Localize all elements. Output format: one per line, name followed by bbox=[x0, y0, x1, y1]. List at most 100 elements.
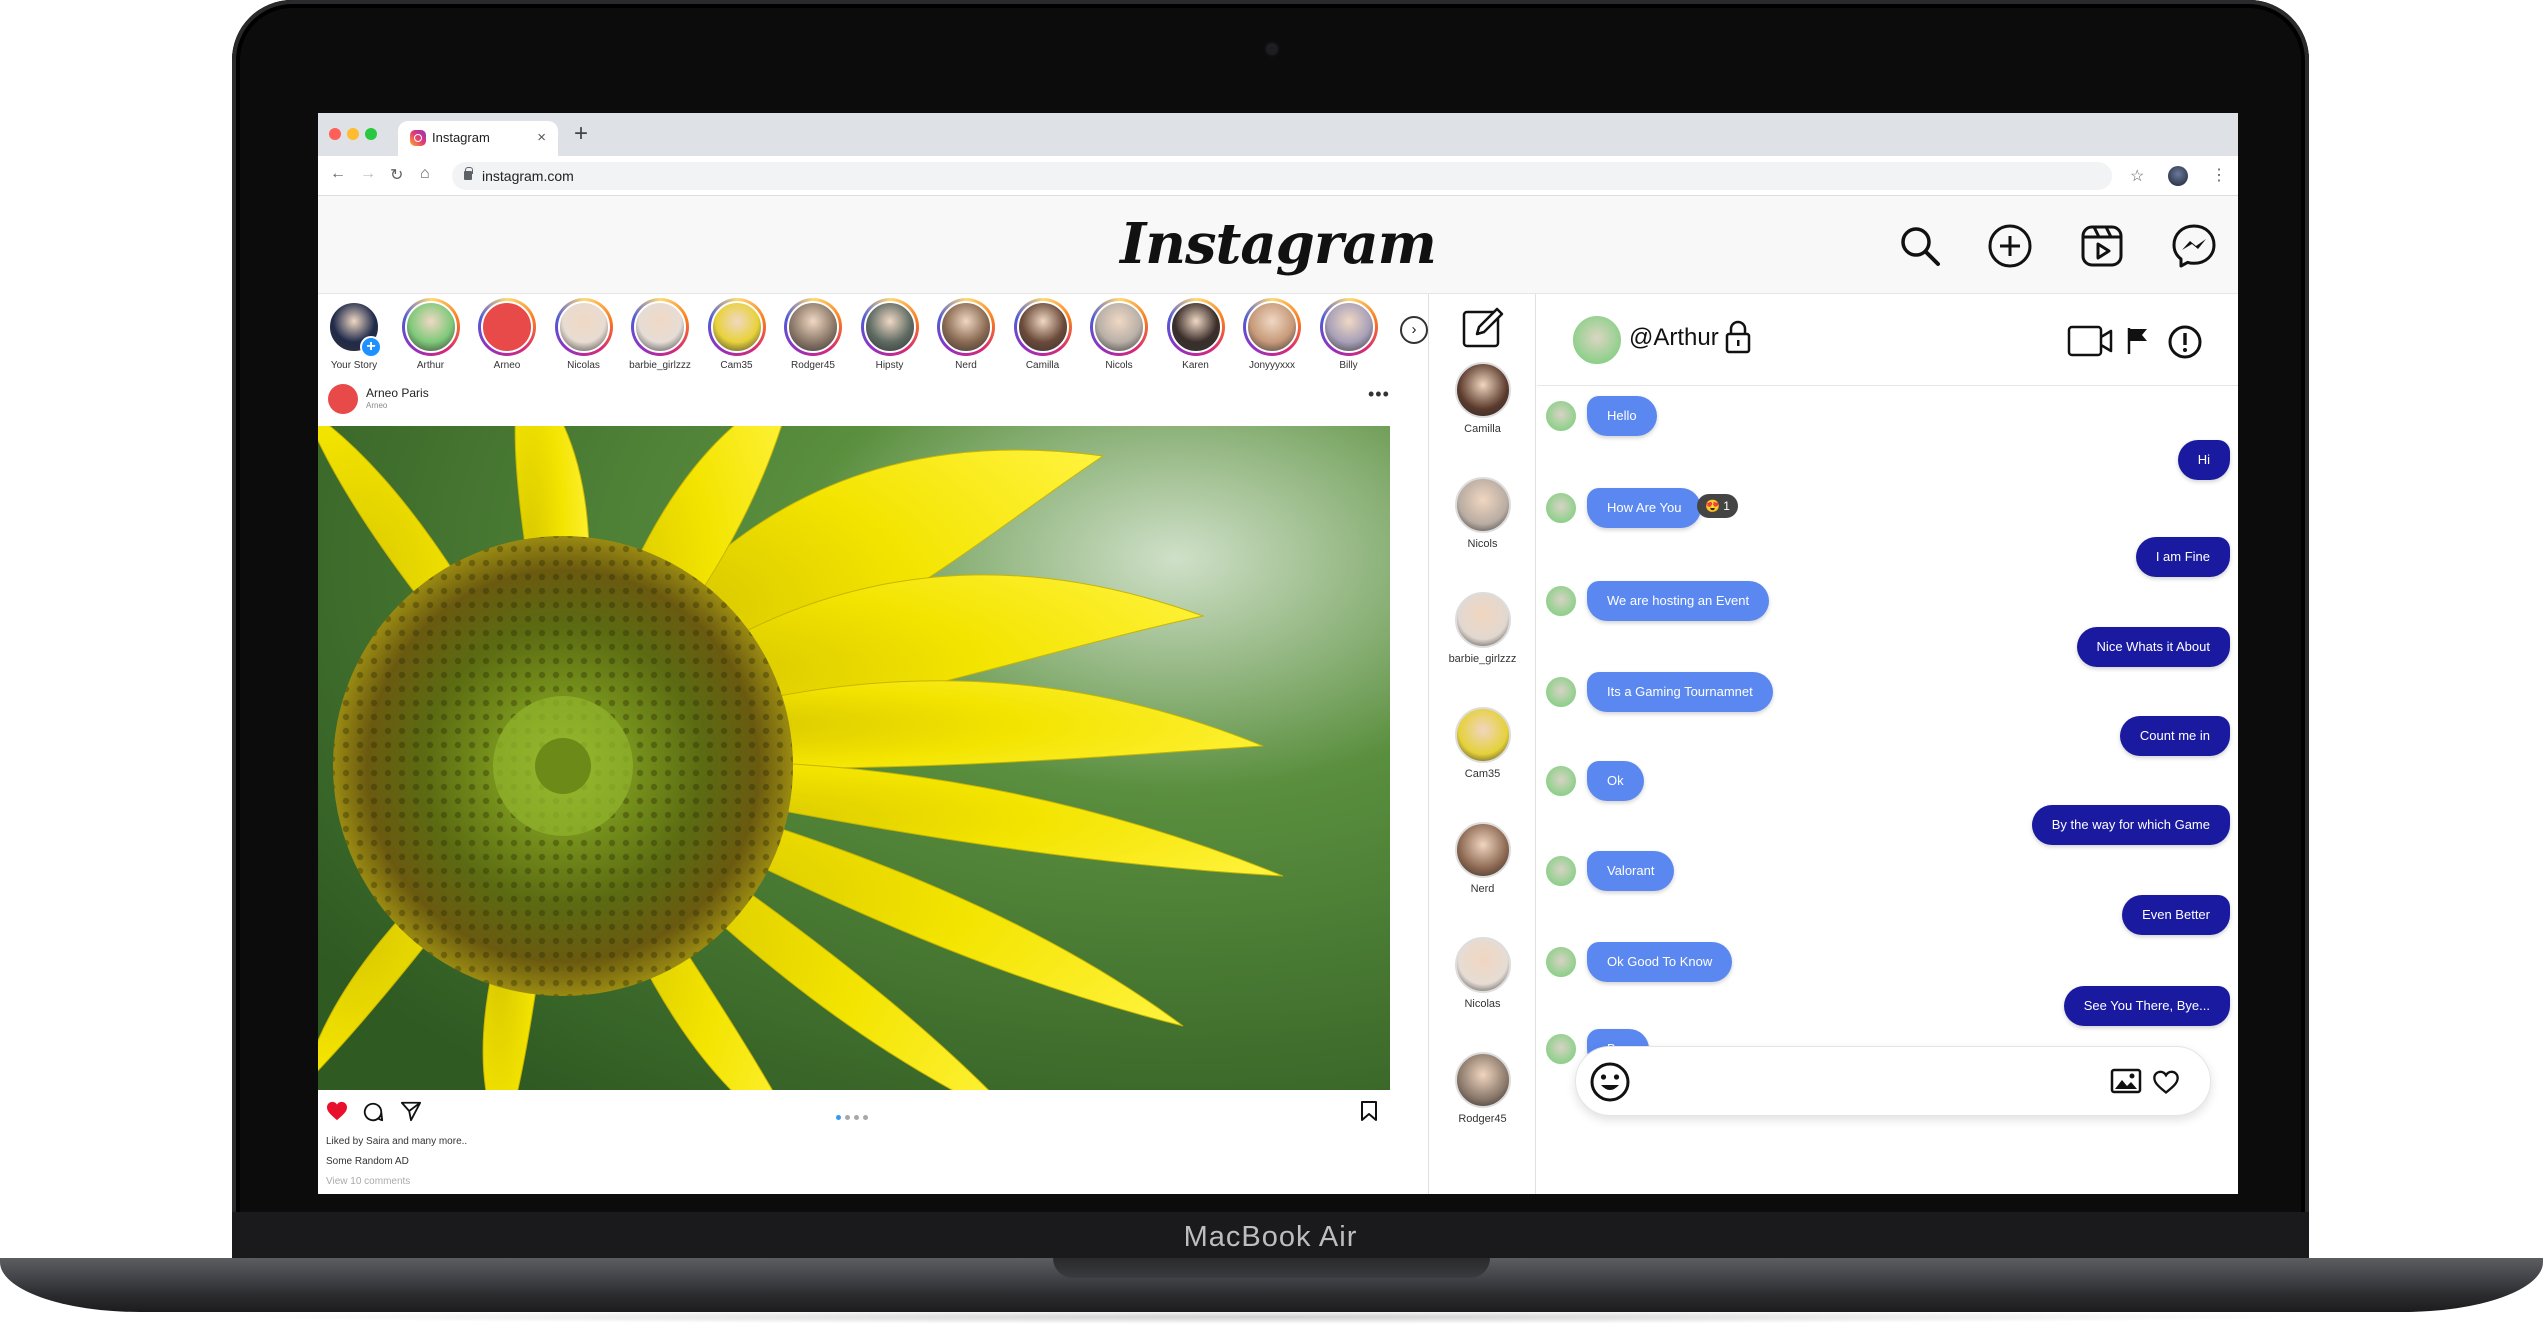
outgoing-message[interactable]: I am Fine bbox=[1537, 537, 2238, 577]
close-window-button[interactable] bbox=[329, 128, 341, 140]
outgoing-message[interactable]: Count me in bbox=[1537, 716, 2238, 756]
instagram-logo[interactable]: Instagram bbox=[318, 196, 2238, 292]
bookmark-icon[interactable] bbox=[1360, 1100, 1378, 1122]
webcam-icon bbox=[1266, 43, 1278, 55]
message-bubble[interactable]: I am Fine bbox=[2135, 537, 2230, 577]
message-composer[interactable] bbox=[1575, 1046, 2211, 1116]
reload-icon[interactable]: ↻ bbox=[390, 165, 403, 185]
outgoing-message[interactable]: Hi bbox=[1537, 440, 2238, 480]
message-bubble[interactable]: See You There, Bye... bbox=[2063, 986, 2230, 1026]
story-avatar bbox=[710, 301, 763, 353]
story-item[interactable]: Nicols bbox=[1083, 298, 1155, 371]
story-item[interactable]: Karen bbox=[1160, 298, 1232, 371]
browser-menu-icon[interactable]: ⋮ bbox=[2211, 165, 2227, 185]
story-item[interactable]: Nicolas bbox=[548, 298, 620, 371]
post-view-comments[interactable]: View 10 comments bbox=[326, 1176, 410, 1187]
new-post-icon[interactable] bbox=[1986, 222, 2034, 270]
message-bubble[interactable]: Ok Good To Know bbox=[1587, 942, 1733, 982]
contact-item[interactable]: barbie_girlzzz bbox=[1429, 592, 1536, 665]
info-icon[interactable] bbox=[2167, 324, 2203, 360]
message-bubble[interactable]: By the way for which Game bbox=[2031, 805, 2230, 845]
story-item[interactable]: Hipsty bbox=[854, 298, 926, 371]
message-bubble[interactable]: Ok bbox=[1587, 761, 1644, 801]
incoming-message[interactable]: Its a Gaming Tournamnet bbox=[1537, 672, 2238, 712]
incoming-message[interactable]: Ok bbox=[1537, 761, 2238, 801]
story-item[interactable]: Nerd bbox=[930, 298, 1002, 371]
story-item[interactable]: Rodger45 bbox=[777, 298, 849, 371]
home-icon[interactable]: ⌂ bbox=[420, 165, 430, 183]
story-item[interactable]: Arneo bbox=[471, 298, 543, 371]
add-story-icon[interactable]: + bbox=[360, 336, 382, 358]
message-bubble[interactable]: Nice Whats it About bbox=[2076, 627, 2230, 667]
address-bar[interactable]: instagram.com bbox=[452, 162, 2112, 190]
story-item[interactable]: Billy bbox=[1313, 298, 1385, 371]
message-bubble[interactable]: Count me in bbox=[2119, 716, 2230, 756]
contact-item[interactable]: Rodger45 bbox=[1429, 1052, 1536, 1125]
story-item[interactable]: + Your Story bbox=[318, 298, 390, 371]
comment-icon[interactable] bbox=[362, 1101, 384, 1123]
story-ring bbox=[1090, 298, 1148, 356]
incoming-message[interactable]: Hello bbox=[1537, 396, 2238, 436]
post-image[interactable] bbox=[318, 426, 1390, 1090]
message-bubble[interactable]: Hi bbox=[2177, 440, 2230, 480]
messenger-icon[interactable] bbox=[2170, 222, 2218, 270]
message-bubble[interactable]: Valorant bbox=[1587, 851, 1675, 891]
report-flag-icon[interactable] bbox=[2125, 326, 2151, 356]
post-liked-by[interactable]: Liked by Saira and many more.. bbox=[326, 1136, 467, 1147]
post-author-avatar[interactable] bbox=[328, 384, 358, 414]
message-bubble[interactable]: Hello bbox=[1587, 396, 1657, 436]
lock-icon bbox=[1725, 320, 1751, 354]
contact-item[interactable]: Nicolas bbox=[1429, 937, 1536, 1010]
story-item[interactable]: Cam35 bbox=[701, 298, 773, 371]
back-icon[interactable]: ← bbox=[330, 165, 346, 183]
incoming-message[interactable]: Valorant bbox=[1537, 851, 2238, 891]
image-upload-icon[interactable] bbox=[2110, 1067, 2142, 1095]
outgoing-message[interactable]: Nice Whats it About bbox=[1537, 627, 2238, 667]
message-reaction-badge[interactable]: 😍 1 bbox=[1697, 494, 1738, 518]
chat-handle[interactable]: @Arthur bbox=[1629, 324, 1719, 352]
minimize-window-button[interactable] bbox=[347, 128, 359, 140]
message-bubble[interactable]: How Are You bbox=[1587, 488, 1702, 528]
compose-message-icon[interactable] bbox=[1461, 306, 1505, 350]
incoming-message[interactable]: How Are You 😍 1 bbox=[1537, 488, 2238, 528]
tab-close-icon[interactable]: × bbox=[537, 121, 546, 154]
contact-item[interactable]: Cam35 bbox=[1429, 707, 1536, 780]
video-call-icon[interactable] bbox=[2067, 324, 2113, 358]
new-tab-button[interactable]: + bbox=[574, 118, 588, 150]
incoming-message[interactable]: Ok Good To Know bbox=[1537, 942, 2238, 982]
message-bubble[interactable]: Even Better bbox=[2122, 895, 2230, 935]
emoji-icon[interactable] bbox=[1588, 1060, 1632, 1104]
story-item[interactable]: Camilla bbox=[1007, 298, 1079, 371]
bookmark-star-icon[interactable]: ☆ bbox=[2130, 166, 2144, 186]
carousel-dots bbox=[836, 1107, 872, 1120]
profile-avatar[interactable] bbox=[2168, 166, 2188, 186]
contact-item[interactable]: Nerd bbox=[1429, 822, 1536, 895]
post-more-icon[interactable]: ••• bbox=[1368, 384, 1390, 405]
outgoing-message[interactable]: See You There, Bye... bbox=[1537, 986, 2238, 1026]
story-label: Rodger45 bbox=[791, 360, 835, 371]
message-bubble[interactable]: Its a Gaming Tournamnet bbox=[1587, 672, 1773, 712]
forward-icon[interactable]: → bbox=[360, 165, 376, 183]
outgoing-message[interactable]: By the way for which Game bbox=[1537, 805, 2238, 845]
story-ring bbox=[784, 298, 842, 356]
like-heart-icon[interactable] bbox=[2152, 1069, 2180, 1095]
story-avatar bbox=[1016, 301, 1069, 353]
story-item[interactable]: barbie_girlzzz bbox=[624, 298, 696, 371]
message-bubble[interactable]: We are hosting an Event bbox=[1587, 581, 1770, 621]
search-icon[interactable] bbox=[1896, 222, 1944, 270]
browser-tab-instagram[interactable]: Instagram × bbox=[398, 121, 558, 156]
zoom-window-button[interactable] bbox=[365, 128, 377, 140]
stories-next-button[interactable]: › bbox=[1400, 316, 1428, 344]
like-heart-icon[interactable] bbox=[326, 1101, 348, 1121]
reels-icon[interactable] bbox=[2078, 222, 2126, 270]
story-item[interactable]: Jonyyyxxx bbox=[1236, 298, 1308, 371]
incoming-message[interactable]: We are hosting an Event bbox=[1537, 581, 2238, 621]
contact-avatar bbox=[1454, 477, 1511, 533]
story-item[interactable]: Arthur bbox=[395, 298, 467, 371]
contact-item[interactable]: Camilla bbox=[1429, 362, 1536, 435]
share-icon[interactable] bbox=[400, 1100, 422, 1122]
outgoing-message[interactable]: Even Better bbox=[1537, 895, 2238, 935]
post-author-name[interactable]: Arneo Paris bbox=[366, 386, 429, 400]
contact-item[interactable]: Nicols bbox=[1429, 477, 1536, 550]
chat-avatar[interactable] bbox=[1571, 314, 1623, 366]
